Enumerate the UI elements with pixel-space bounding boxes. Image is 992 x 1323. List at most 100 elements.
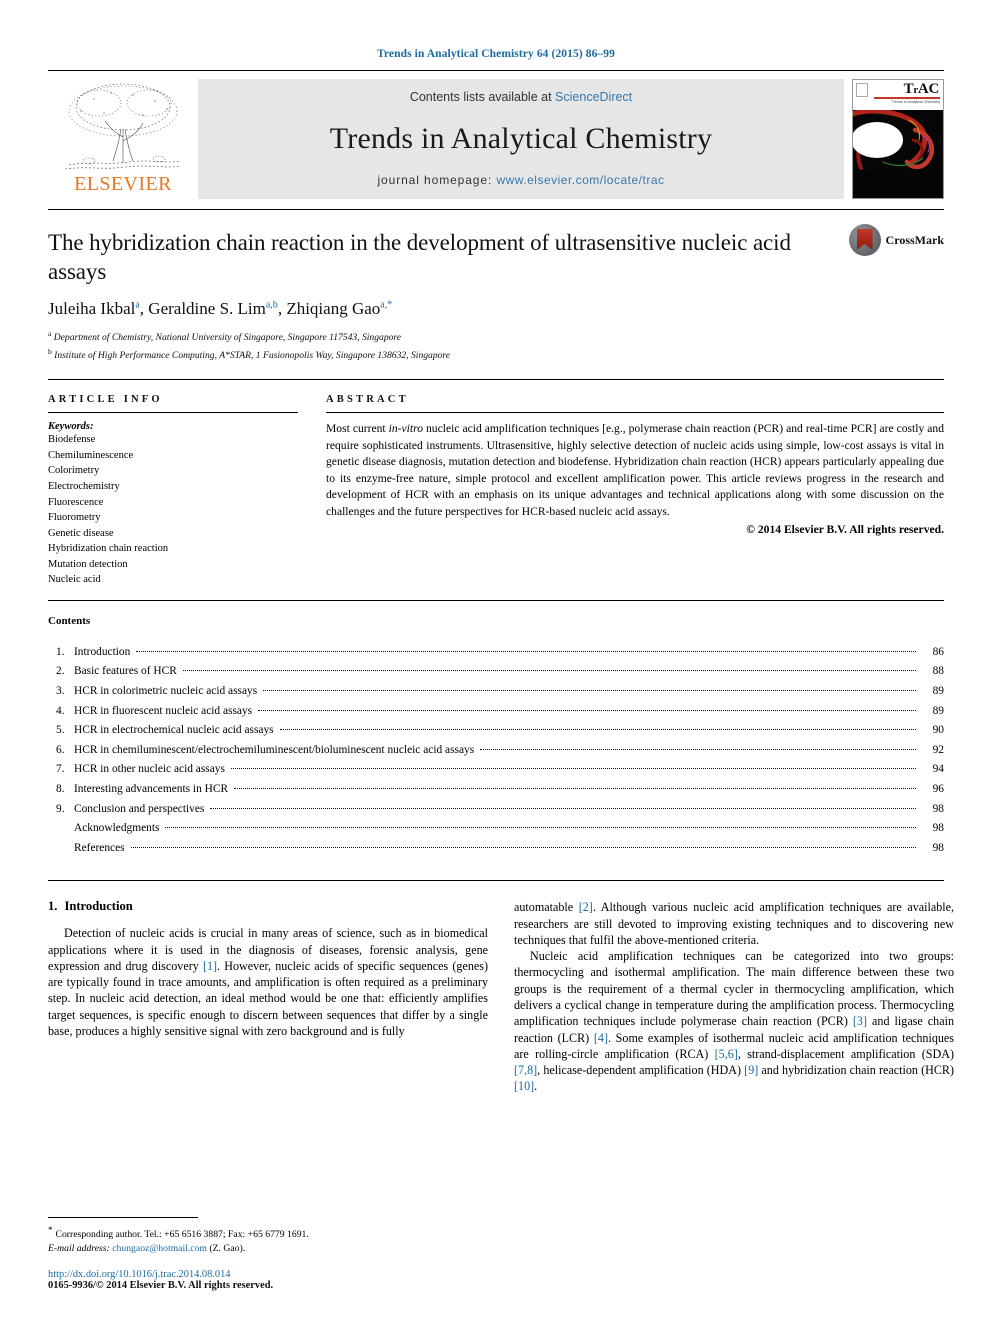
info-abstract-section: ARTICLE INFO Keywords: Biodefense Chemil…	[48, 380, 944, 587]
toc-number: 4.	[56, 704, 65, 717]
toc-row[interactable]: 4. HCR in fluorescent nucleic acid assays…	[48, 702, 944, 722]
toc-row[interactable]: 5. HCR in electrochemical nucleic acid as…	[48, 721, 944, 741]
abstract-heading: ABSTRACT	[326, 394, 409, 406]
toc-row[interactable]: Acknowledgments 98	[48, 819, 944, 839]
keyword-item: Hybridization chain reaction	[48, 543, 169, 555]
citation-ref[interactable]: [10]	[514, 1079, 534, 1093]
toc-number: 7.	[56, 763, 65, 776]
toc-number: 2.	[56, 665, 65, 678]
toc-row[interactable]: 3. HCR in colorimetric nucleic acid assay…	[48, 682, 944, 702]
paragraph-intro-right-1: automatable [2]. Although various nuclei…	[514, 900, 955, 947]
toc-page: 98	[932, 802, 944, 815]
citation-ref[interactable]: [1]	[203, 959, 217, 973]
email-link[interactable]: chungaoz@hotmail.com	[112, 1243, 207, 1254]
abstract-rule	[326, 412, 944, 414]
cover-trac-title: TrAC	[903, 81, 940, 97]
toc-number: 8.	[56, 782, 65, 795]
keyword-item: Mutation detection	[48, 558, 128, 570]
toc-label[interactable]: Introduction	[74, 643, 134, 663]
author-1[interactable]: Juleiha Ikbala	[48, 299, 140, 318]
body-columns: 1. Introduction Detection of nucleic acid…	[48, 881, 954, 1094]
affiliation-b: b Institute of High Performance Computin…	[48, 346, 451, 361]
toc-leader	[130, 846, 916, 848]
sciencedirect-link[interactable]: ScienceDirect	[555, 90, 632, 104]
author-2[interactable]: Geraldine S. Lima,b	[148, 299, 278, 318]
toc-row[interactable]: 8. Interesting advancements in HCR 96	[48, 780, 944, 800]
citation-ref[interactable]: [4]	[594, 1031, 608, 1045]
author-3-affil-mark: a,*	[380, 299, 393, 311]
toc-row[interactable]: References 98	[48, 839, 944, 859]
toc-leader	[480, 748, 916, 750]
citation-ref[interactable]: [5,6]	[715, 1047, 738, 1061]
toc-label[interactable]: HCR in chemiluminescent/electrochemilumi…	[74, 741, 478, 761]
citation-ref[interactable]: [9]	[744, 1063, 758, 1077]
footnote-rule	[48, 1216, 198, 1218]
crossmark-badge[interactable]: CrossMark	[848, 224, 944, 256]
masthead: ELSEVIER Contents lists available at Sci…	[48, 79, 944, 199]
elsevier-logo: ELSEVIER	[48, 79, 198, 199]
abstract-copyright: © 2014 Elsevier B.V. All rights reserved…	[746, 523, 944, 537]
article-info-column: ARTICLE INFO Keywords: Biodefense Chemil…	[48, 394, 298, 587]
citation-ref[interactable]: [3]	[853, 1014, 867, 1028]
toc-row[interactable]: 9. Conclusion and perspectives 98	[48, 800, 944, 820]
toc-label[interactable]: HCR in other nucleic acid assays	[74, 760, 229, 780]
toc-number: 9.	[56, 802, 65, 815]
keywords-list: Biodefense Chemiluminescence Colorimetry…	[48, 432, 298, 587]
toc-label[interactable]: Acknowledgments	[74, 819, 163, 839]
abstract-italic-term: in-vitro	[388, 422, 424, 436]
toc-label[interactable]: References	[74, 839, 129, 859]
toc-number: 1.	[56, 645, 65, 658]
keyword-item: Fluorometry	[48, 512, 101, 524]
toc-row[interactable]: 2. Basic features of HCR 88	[48, 662, 944, 682]
toc-page: 92	[932, 743, 944, 756]
toc-label[interactable]: HCR in fluorescent nucleic acid assays	[74, 702, 256, 722]
toc-leader	[279, 729, 916, 731]
toc-page: 98	[932, 841, 944, 854]
abstract-text: Most current in-vitro nucleic acid ampli…	[326, 421, 944, 520]
toc-page: 89	[932, 704, 944, 717]
keyword-item: Fluorescence	[48, 496, 104, 508]
affiliation-list: a Department of Chemistry, National Univ…	[48, 328, 944, 364]
cover-subtitle: Trends in Analytical Chemistry	[891, 100, 940, 104]
toc-label[interactable]: Interesting advancements in HCR	[74, 780, 232, 800]
keyword-item: Nucleic acid	[48, 574, 101, 586]
toc-label[interactable]: Basic features of HCR	[74, 662, 181, 682]
author-list: Juleiha Ikbala, Geraldine S. Lima,b, Zhi…	[48, 299, 944, 319]
corresponding-author-text: Corresponding author. Tel.: +65 6516 388…	[55, 1228, 309, 1240]
toc-page: 90	[932, 724, 944, 737]
toc-leader	[182, 670, 916, 672]
cover-header: TrAC Trends in Analytical Chemistry	[853, 80, 943, 110]
toc-row[interactable]: 1. Introduction 86	[48, 643, 944, 663]
journal-homepage-url[interactable]: www.elsevier.com/locate/trac	[496, 173, 664, 187]
keyword-item: Colorimetry	[48, 465, 100, 477]
email-label: E-mail address:	[48, 1243, 110, 1255]
doi-link[interactable]: http://dx.doi.org/10.1016/j.trac.2014.08…	[48, 1269, 488, 1280]
keyword-item: Biodefense	[48, 434, 96, 446]
toc-label[interactable]: HCR in electrochemical nucleic acid assa…	[74, 721, 278, 741]
elsevier-wordmark: ELSEVIER	[74, 173, 172, 195]
toc-row[interactable]: 7. HCR in other nucleic acid assays 94	[48, 760, 944, 780]
footnote-block: * Corresponding author. Tel.: +65 6516 38…	[48, 1216, 488, 1291]
body-right-column: automatable [2]. Although various nuclei…	[514, 899, 954, 1094]
title-block: CrossMark The hybridization chain reacti…	[48, 210, 944, 363]
journal-title: Trends in Analytical Chemistry	[329, 121, 713, 155]
journal-homepage-line: journal homepage: www.elsevier.com/locat…	[377, 173, 664, 187]
toc-label[interactable]: Conclusion and perspectives	[74, 800, 208, 820]
contents-available-line: Contents lists available at ScienceDirec…	[410, 90, 632, 104]
journal-article-page: Trends in Analytical Chemistry 64 (2015)…	[0, 0, 992, 1323]
elsevier-tree-icon	[59, 81, 187, 173]
toc-row[interactable]: 6. HCR in chemiluminescent/electrochemilu…	[48, 741, 944, 761]
running-head: Trends in Analytical Chemistry 64 (2015)…	[376, 48, 615, 60]
section-heading-introduction: 1. Introduction	[48, 899, 488, 914]
author-2-affil-mark: a,b	[265, 299, 278, 311]
toc-label[interactable]: HCR in colorimetric nucleic acid assays	[74, 682, 261, 702]
section-title: Introduction	[64, 899, 133, 914]
citation-ref[interactable]: [7,8]	[514, 1063, 537, 1077]
toc-page: 94	[932, 763, 944, 776]
citation-ref[interactable]: [2]	[579, 900, 593, 914]
toc-leader	[230, 768, 916, 770]
journal-banner: Contents lists available at ScienceDirec…	[198, 79, 844, 199]
crossmark-icon	[848, 224, 881, 256]
issn-copyright-line: 0165-9936/© 2014 Elsevier B.V. All right…	[48, 1280, 274, 1291]
author-3[interactable]: Zhiqiang Gaoa,*	[286, 299, 392, 318]
